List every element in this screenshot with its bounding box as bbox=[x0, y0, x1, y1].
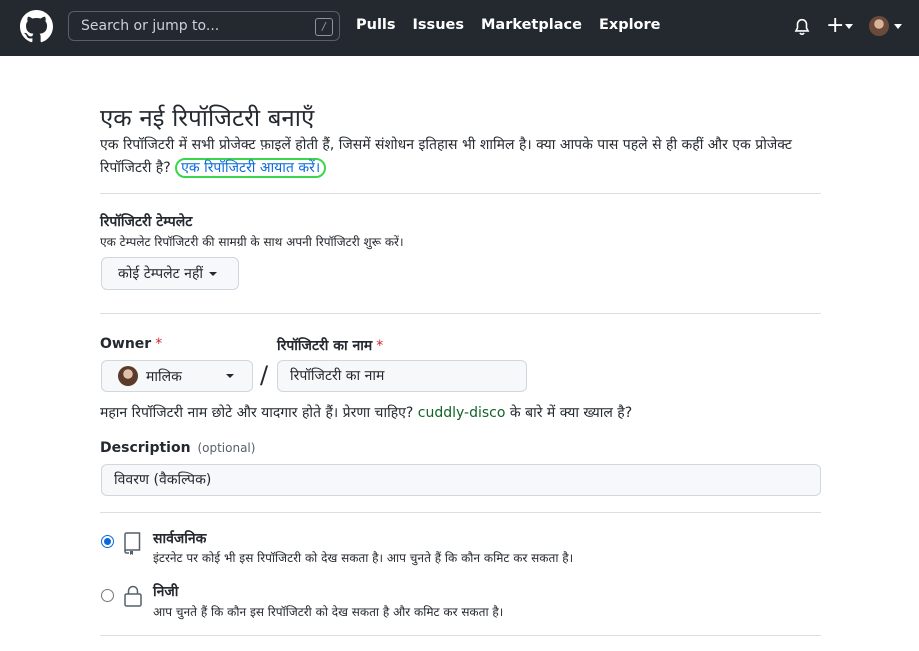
owner-select-label: मालिक bbox=[146, 368, 182, 385]
plus-icon[interactable]: + bbox=[826, 15, 844, 37]
required-mark: * bbox=[155, 336, 163, 352]
user-avatar[interactable] bbox=[869, 16, 889, 36]
template-description: एक टेम्पलेट रिपॉजिटरी की सामग्री के साथ … bbox=[100, 235, 404, 249]
nav-issues[interactable]: Issues bbox=[413, 17, 464, 33]
repo-icon bbox=[124, 532, 141, 555]
owner-label-text: Owner bbox=[100, 336, 152, 352]
required-mark: * bbox=[376, 338, 384, 354]
global-header: / Pulls Issues Marketplace Explore + bbox=[0, 0, 919, 56]
new-repo-form: एक नई रिपॉजिटरी बनाएँ एक रिपॉजिटरी में स… bbox=[0, 56, 919, 651]
lock-icon bbox=[124, 585, 142, 607]
global-search[interactable]: / bbox=[68, 11, 340, 41]
repo-name-input[interactable] bbox=[277, 360, 527, 392]
search-shortcut-key: / bbox=[315, 18, 333, 36]
import-repo-link[interactable]: एक रिपॉजिटरी आयात करें। bbox=[175, 158, 327, 178]
intro-text: एक रिपॉजिटरी में सभी प्रोजेक्ट फ़ाइलें ह… bbox=[100, 134, 800, 180]
repo-name-label: रिपॉजिटरी का नाम * bbox=[277, 336, 383, 355]
divider bbox=[100, 313, 821, 314]
public-title: सार्वजनिक bbox=[153, 531, 207, 547]
template-select-button[interactable]: कोई टेम्पलेट नहीं bbox=[101, 257, 239, 290]
hint-prefix: महान रिपॉजिटरी नाम छोटे और यादगार होते ह… bbox=[100, 405, 414, 421]
owner-avatar bbox=[118, 366, 138, 386]
search-input[interactable] bbox=[81, 18, 301, 34]
description-input[interactable] bbox=[101, 464, 821, 496]
private-radio[interactable] bbox=[101, 589, 114, 602]
page-title: एक नई रिपॉजिटरी बनाएँ bbox=[100, 104, 315, 132]
divider bbox=[100, 193, 821, 194]
optional-tag: (optional) bbox=[197, 441, 256, 455]
nav-pulls[interactable]: Pulls bbox=[356, 17, 396, 33]
owner-label: Owner * bbox=[100, 336, 162, 352]
nav-marketplace[interactable]: Marketplace bbox=[481, 17, 582, 33]
name-suggestion-link[interactable]: cuddly-disco bbox=[418, 405, 506, 421]
chevron-down-icon bbox=[209, 271, 218, 276]
divider bbox=[100, 512, 821, 513]
repo-name-hint: महान रिपॉजिटरी नाम छोटे और यादगार होते ह… bbox=[100, 403, 632, 422]
divider bbox=[100, 635, 821, 636]
private-title: निजी bbox=[153, 584, 179, 600]
repo-name-label-text: रिपॉजिटरी का नाम bbox=[277, 338, 373, 354]
public-radio[interactable] bbox=[101, 535, 114, 548]
owner-select-button[interactable]: मालिक bbox=[101, 360, 253, 392]
global-nav: Pulls Issues Marketplace Explore bbox=[356, 17, 678, 33]
description-label-text: Description bbox=[100, 440, 191, 456]
chevron-down-icon bbox=[225, 374, 234, 378]
nav-explore[interactable]: Explore bbox=[599, 17, 661, 33]
public-description: इंटरनेट पर कोई भी इस रिपॉजिटरी को देख सक… bbox=[153, 551, 574, 565]
template-label: रिपॉजिटरी टेम्पलेट bbox=[100, 214, 193, 230]
hint-suffix: के बारे में क्या ख्याल है? bbox=[509, 405, 633, 421]
description-label: Description (optional) bbox=[100, 440, 255, 456]
plus-caret-icon[interactable] bbox=[845, 24, 853, 29]
github-logo-icon[interactable] bbox=[20, 10, 53, 43]
template-select-label: कोई टेम्पलेट नहीं bbox=[118, 266, 204, 282]
private-description: आप चुनते हैं कि कौन इस रिपॉजिटरी को देख … bbox=[153, 605, 504, 619]
owner-repo-separator: / bbox=[260, 361, 269, 389]
avatar-caret-icon[interactable] bbox=[894, 24, 902, 29]
bell-icon[interactable] bbox=[793, 17, 811, 37]
